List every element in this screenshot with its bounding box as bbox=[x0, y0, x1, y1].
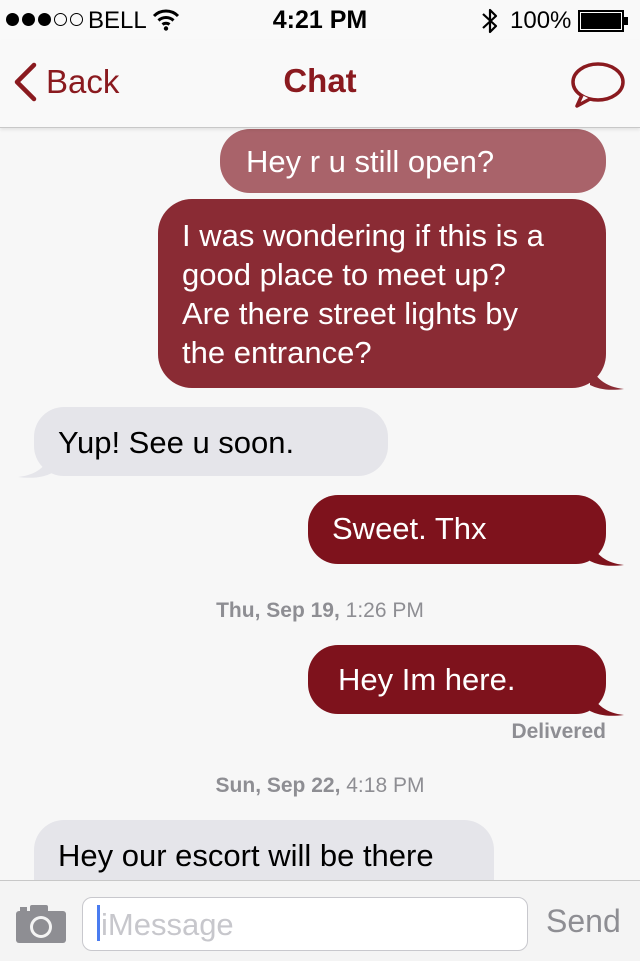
camera-icon[interactable] bbox=[14, 903, 68, 945]
message-line: I was wondering if this is a bbox=[182, 218, 544, 253]
message-bubble-outgoing[interactable]: Sweet. Thx bbox=[308, 495, 606, 564]
send-button[interactable]: Send bbox=[546, 903, 621, 940]
speech-bubble-icon[interactable] bbox=[568, 60, 626, 110]
timestamp-time: 1:26 PM bbox=[345, 599, 424, 622]
message-text: Yup! See u soon. bbox=[58, 425, 295, 460]
text-cursor bbox=[97, 905, 100, 941]
bubble-tail bbox=[590, 691, 624, 716]
message-line: good place to meet up? bbox=[182, 257, 507, 292]
page-title: Chat bbox=[283, 62, 357, 99]
message-line: the entrance? bbox=[182, 335, 372, 370]
message-bubble-outgoing[interactable]: Hey Im here. bbox=[308, 645, 606, 714]
compose-bar: iMessage Send bbox=[0, 880, 640, 961]
bluetooth-icon bbox=[482, 8, 498, 34]
status-bar: BELL 4:21 PM 100% bbox=[0, 0, 640, 40]
message-bubble-incoming[interactable]: Hey our escort will be there bbox=[34, 820, 494, 880]
bubble-tail bbox=[590, 365, 624, 390]
message-text: Hey our escort will be there bbox=[58, 838, 434, 873]
message-thread[interactable]: Hey r u still open? I was wondering if t… bbox=[0, 127, 640, 880]
timestamp-day: Sun, Sep 22, bbox=[215, 774, 341, 797]
message-bubble-incoming[interactable]: Yup! See u soon. bbox=[34, 407, 388, 476]
message-input[interactable]: iMessage bbox=[82, 897, 528, 951]
bubble-tail bbox=[18, 453, 52, 478]
message-bubble-outgoing[interactable]: Hey r u still open? bbox=[220, 129, 606, 193]
message-text: Hey Im here. bbox=[338, 662, 516, 697]
timestamp-time: 4:18 PM bbox=[346, 774, 425, 797]
message-bubble-outgoing[interactable]: I was wondering if this is a good place … bbox=[158, 199, 606, 388]
message-text: Sweet. Thx bbox=[332, 511, 487, 546]
timestamp: Sun, Sep 22, 4:18 PM bbox=[0, 774, 640, 798]
timestamp-day: Thu, Sep 19, bbox=[216, 599, 340, 622]
message-text: Hey r u still open? bbox=[246, 144, 495, 179]
navigation-bar: Back Chat bbox=[0, 40, 640, 128]
message-input-placeholder: iMessage bbox=[101, 907, 234, 942]
delivered-status: Delivered bbox=[511, 720, 606, 743]
bubble-tail bbox=[590, 541, 624, 566]
message-line: Are there street lights by bbox=[182, 296, 518, 331]
timestamp: Thu, Sep 19, 1:26 PM bbox=[0, 599, 640, 623]
battery-percent: 100% bbox=[510, 7, 572, 34]
battery-icon bbox=[578, 10, 628, 32]
